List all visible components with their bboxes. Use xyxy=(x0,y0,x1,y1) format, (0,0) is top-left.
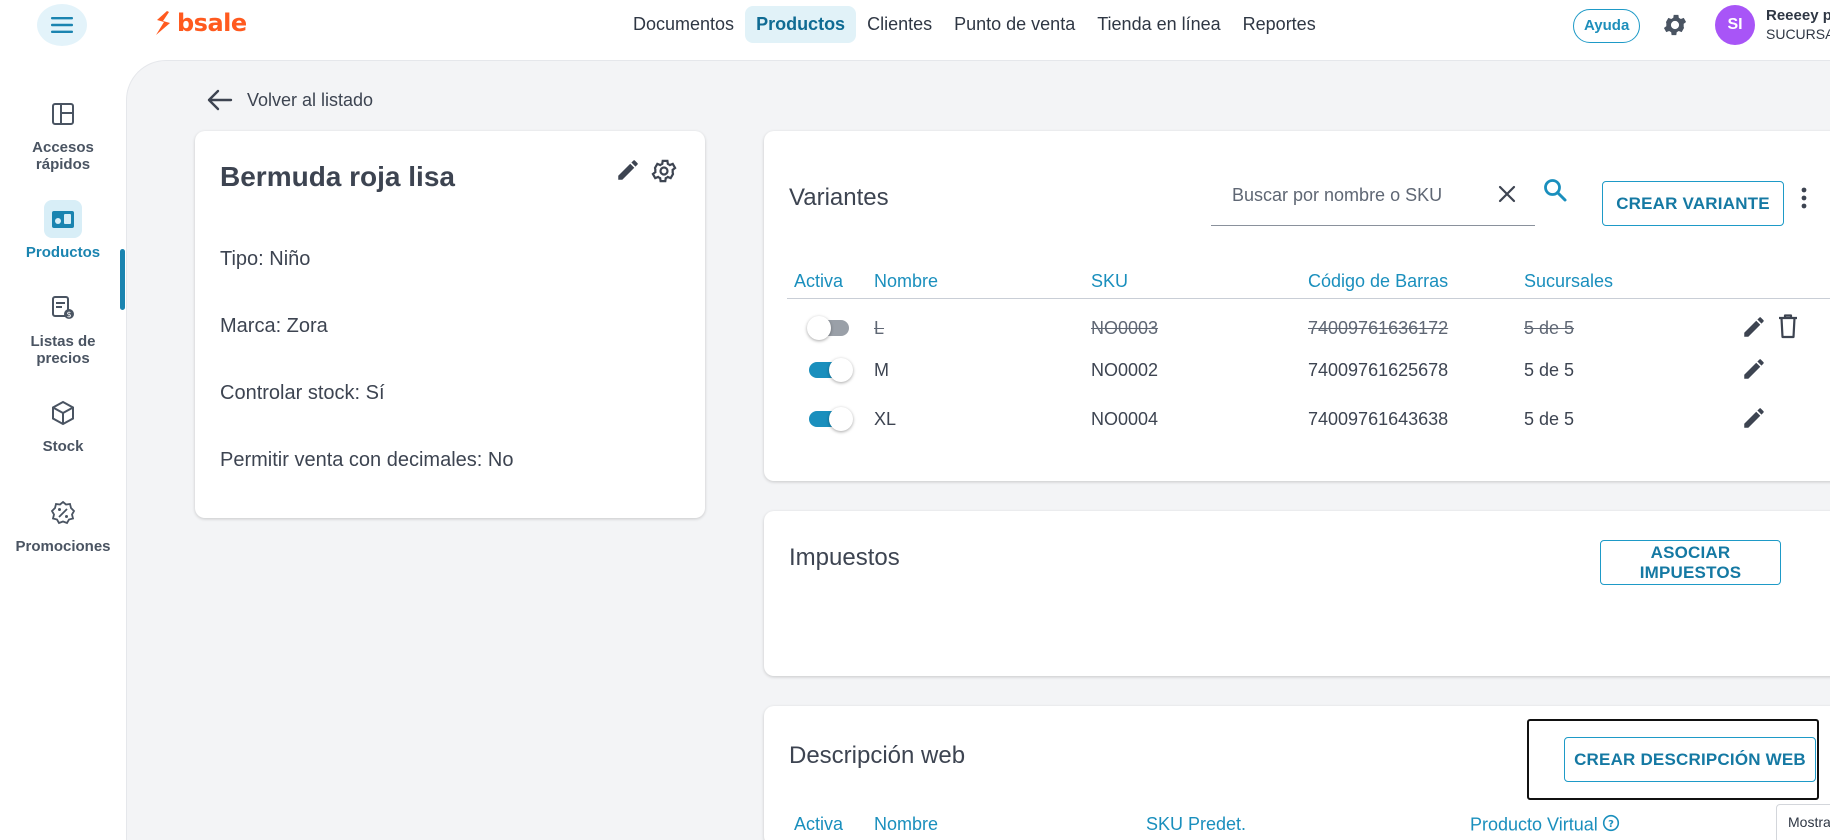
table-header-divider xyxy=(787,298,1830,299)
variant-sku: NO0002 xyxy=(1091,360,1159,380)
sidebar-item-listas-de-precios[interactable]: $ Listas de precios xyxy=(0,289,126,367)
nav-tienda-en-linea[interactable]: Tienda en línea xyxy=(1086,6,1231,43)
variant-name: L xyxy=(874,318,885,338)
column-header-sucursales[interactable]: Sucursales xyxy=(1524,271,1613,292)
variant-search-field xyxy=(1211,171,1535,226)
sidebar-item-label: Listas de precios xyxy=(30,333,96,367)
edit-pencil-icon[interactable] xyxy=(1741,405,1767,436)
column-header-sku[interactable]: SKU xyxy=(1091,271,1128,292)
variant-sku: NO0003 xyxy=(1091,318,1159,338)
associate-taxes-button[interactable]: ASOCIAR IMPUESTOS xyxy=(1600,540,1781,585)
svg-text:?: ? xyxy=(1608,819,1614,830)
nav-clientes[interactable]: Clientes xyxy=(856,6,943,43)
delete-trash-icon[interactable] xyxy=(1776,313,1800,344)
settings-gear-icon[interactable] xyxy=(1661,11,1689,44)
column-header-activa[interactable]: Activa xyxy=(794,814,843,835)
box-icon xyxy=(44,394,82,432)
sidebar-item-accesos-rapidos[interactable]: Accesos rápidos xyxy=(0,95,126,173)
clear-search-icon[interactable] xyxy=(1496,183,1518,210)
column-header-activa[interactable]: Activa xyxy=(794,271,843,292)
column-header-nombre[interactable]: Nombre xyxy=(874,814,938,835)
user-name[interactable]: Reeeey p xyxy=(1766,7,1830,24)
web-description-title: Descripción web xyxy=(789,742,966,769)
variant-sku: NO0004 xyxy=(1091,409,1159,429)
taxes-card: Impuestos ASOCIAR IMPUESTOS xyxy=(764,511,1830,676)
arrow-left-icon xyxy=(207,89,233,111)
variants-card: Variantes CREAR VARIANTE Activa Nombre S… xyxy=(764,131,1830,481)
menu-toggle-button[interactable] xyxy=(37,4,87,46)
nav-punto-de-venta[interactable]: Punto de venta xyxy=(943,6,1086,43)
bsale-logo-icon xyxy=(156,11,170,35)
column-header-codigo-barras[interactable]: Código de Barras xyxy=(1308,271,1448,292)
back-to-list-link[interactable]: Volver al listado xyxy=(207,89,373,111)
variant-branches: 5 de 5 xyxy=(1524,318,1575,338)
more-options-icon[interactable] xyxy=(1800,186,1808,215)
column-header-sku-predet[interactable]: SKU Predet. xyxy=(1146,814,1246,835)
products-icon xyxy=(44,200,82,238)
dashboard-icon xyxy=(44,95,82,133)
app-logo[interactable]: bsale xyxy=(153,9,247,37)
focus-highlight-frame xyxy=(1527,719,1819,800)
create-variant-button[interactable]: CREAR VARIANTE xyxy=(1602,181,1784,226)
taxes-title: Impuestos xyxy=(789,544,900,571)
logo-text: bsale xyxy=(177,9,247,37)
help-button[interactable]: Ayuda xyxy=(1573,9,1641,43)
variant-active-toggle[interactable] xyxy=(807,358,853,382)
variant-branches: 5 de 5 xyxy=(1524,409,1575,429)
variant-search-input[interactable] xyxy=(1211,171,1481,219)
back-link-label: Volver al listado xyxy=(247,89,374,110)
sidebar-item-label: Accesos rápidos xyxy=(32,139,94,173)
variant-name: XL xyxy=(874,409,897,429)
sidebar: Accesos rápidos Productos $ Listas de pr… xyxy=(0,50,126,840)
nav-documentos[interactable]: Documentos xyxy=(622,6,745,43)
edit-pencil-icon[interactable] xyxy=(1741,356,1767,387)
price-list-icon: $ xyxy=(44,289,82,327)
variant-active-toggle[interactable] xyxy=(807,316,851,340)
user-avatar[interactable]: SI xyxy=(1715,5,1755,45)
top-navigation: Documentos Productos Clientes Punto de v… xyxy=(622,6,1327,43)
product-info-card: Bermuda roja lisa Tipo: Niño Marca: Zora… xyxy=(195,131,705,518)
column-header-label: Producto Virtual xyxy=(1470,814,1598,835)
nav-productos[interactable]: Productos xyxy=(745,6,857,43)
search-icon[interactable] xyxy=(1542,177,1568,208)
product-attribute-venta-decimales: Permitir venta con decimales: No xyxy=(220,449,514,471)
variant-barcode: 74009761643638 xyxy=(1308,409,1449,429)
variants-title: Variantes xyxy=(789,184,889,211)
variant-active-toggle[interactable] xyxy=(807,407,853,431)
sidebar-item-label: Stock xyxy=(42,438,84,455)
user-branch: SUCURSA xyxy=(1766,26,1830,42)
top-bar: bsale Documentos Productos Clientes Punt… xyxy=(0,0,1830,50)
sidebar-item-label: Promociones xyxy=(15,538,111,555)
discount-badge-icon xyxy=(44,494,82,532)
sidebar-item-label: Productos xyxy=(25,244,101,261)
svg-text:$: $ xyxy=(66,310,71,319)
edit-pencil-icon[interactable] xyxy=(1741,314,1767,345)
sidebar-item-productos[interactable]: Productos xyxy=(0,200,126,261)
sidebar-item-stock[interactable]: Stock xyxy=(0,394,126,455)
product-title: Bermuda roja lisa xyxy=(220,161,455,192)
product-settings-gear-icon[interactable] xyxy=(650,157,678,190)
bottom-floating-tab[interactable]: Mostra xyxy=(1776,804,1830,840)
product-attribute-controlar-stock: Controlar stock: Sí xyxy=(220,382,385,404)
variant-barcode: 74009761636172 xyxy=(1308,318,1449,338)
variant-branches: 5 de 5 xyxy=(1524,360,1575,380)
column-header-nombre[interactable]: Nombre xyxy=(874,271,938,292)
variant-barcode: 74009761625678 xyxy=(1308,360,1449,380)
edit-pencil-icon[interactable] xyxy=(615,157,641,188)
product-attribute-tipo: Tipo: Niño xyxy=(220,248,311,270)
product-attribute-marca: Marca: Zora xyxy=(220,315,328,337)
column-header-producto-virtual[interactable]: Producto Virtual? xyxy=(1470,814,1620,837)
variant-name: M xyxy=(874,360,889,380)
help-circle-icon[interactable]: ? xyxy=(1602,814,1620,837)
nav-reportes[interactable]: Reportes xyxy=(1232,6,1327,43)
hamburger-icon xyxy=(51,17,73,33)
sidebar-item-promociones[interactable]: Promociones xyxy=(0,494,126,555)
